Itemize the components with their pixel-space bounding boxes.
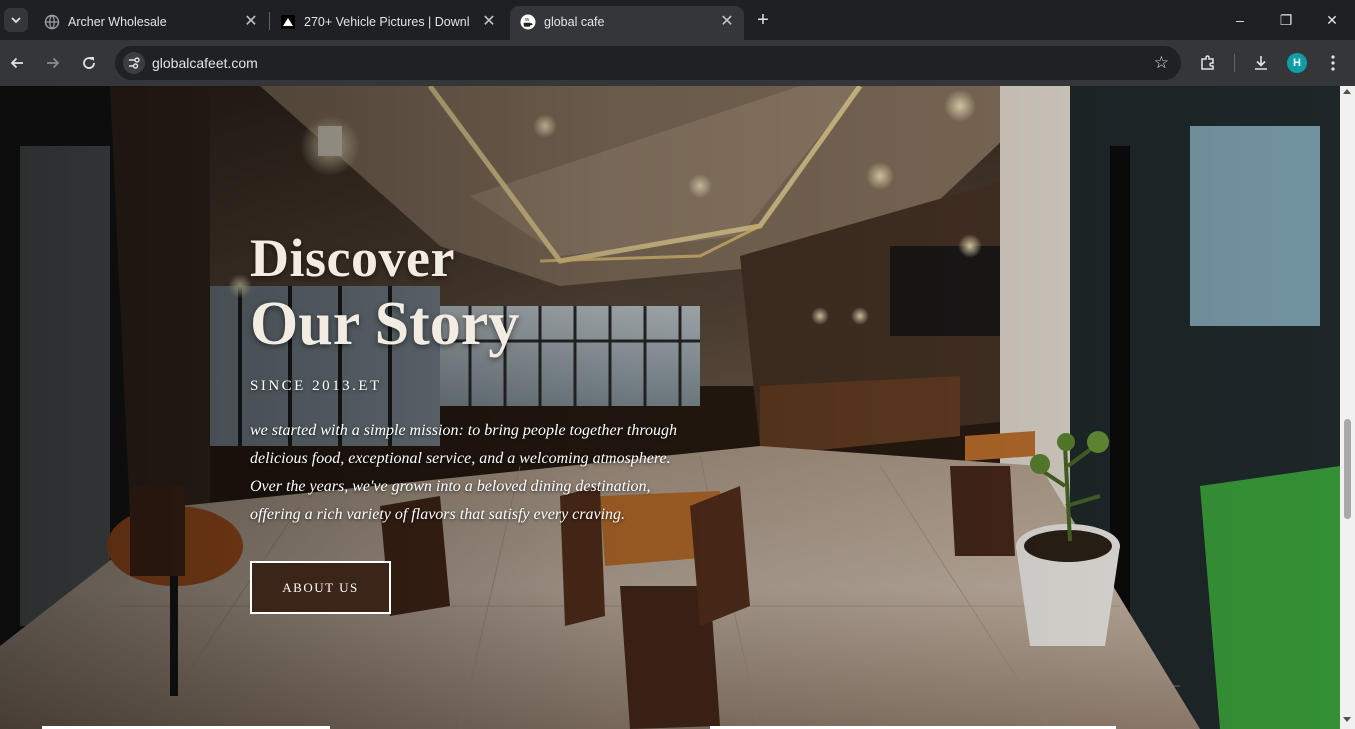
chevron-down-icon — [11, 17, 21, 24]
download-icon — [1255, 56, 1267, 70]
browser-menu-button[interactable] — [1322, 52, 1344, 74]
story-line: we started with a simple mission: to bri… — [250, 422, 677, 439]
page-scrollbar[interactable] — [1340, 86, 1355, 729]
since-subtitle: SINCE 2013.ET — [250, 378, 382, 394]
site-favicon-icon — [281, 15, 295, 29]
minimize-button[interactable]: – — [1218, 6, 1262, 34]
reload-button[interactable] — [76, 50, 102, 76]
story-line: Over the years, we've grown into a belov… — [250, 478, 651, 495]
hero-title-line-1: Discover — [250, 228, 455, 288]
arrow-right-icon — [47, 57, 60, 69]
tab-search-button[interactable] — [4, 8, 28, 32]
scrollbar-thumb[interactable] — [1344, 419, 1351, 519]
browser-toolbar: globalcafeet.com ☆ — [0, 40, 1355, 86]
globe-favicon-icon — [44, 14, 60, 30]
address-bar[interactable]: globalcafeet.com ☆ — [115, 46, 1181, 80]
tab-archer-wholesale[interactable]: Archer Wholesale ✕ — [34, 6, 266, 40]
close-window-button[interactable]: ✕ — [1310, 6, 1354, 34]
tab-strip: Archer Wholesale ✕ 270+ Vehicle Pictures… — [0, 0, 1355, 40]
back-button[interactable] — [4, 50, 30, 76]
maximize-button[interactable]: ❐ — [1264, 6, 1308, 34]
more-vertical-icon — [1331, 55, 1335, 71]
page-viewport: Discover Our Story SINCE 2013.ET we star… — [0, 86, 1340, 729]
tab-title: global cafe — [544, 15, 605, 29]
new-tab-button[interactable]: + — [752, 9, 774, 31]
forward-button[interactable] — [40, 50, 66, 76]
tab-title: Archer Wholesale — [68, 15, 167, 29]
extensions-button[interactable] — [1197, 52, 1219, 74]
story-line: delicious food, exceptional service, and… — [250, 450, 671, 467]
url-text[interactable]: globalcafeet.com — [152, 55, 258, 71]
tab-vehicle-pictures[interactable]: 270+ Vehicle Pictures | Download ✕ — [270, 6, 506, 40]
about-us-button[interactable]: ABOUT US — [250, 561, 391, 614]
story-paragraph: we started with a simple mission: to bri… — [250, 417, 750, 529]
cafe-favicon-icon — [520, 14, 536, 30]
profile-avatar[interactable]: H — [1287, 53, 1307, 73]
downloads-button[interactable] — [1250, 52, 1272, 74]
story-line: offering a rich variety of flavors that … — [250, 506, 626, 523]
site-info-icon[interactable] — [123, 52, 145, 74]
hero-title-line-2: Our Story — [250, 290, 520, 358]
arrow-left-icon — [10, 57, 23, 69]
close-icon[interactable]: ✕ — [718, 13, 736, 31]
close-icon[interactable]: ✕ — [480, 13, 498, 31]
tab-title: 270+ Vehicle Pictures | Download — [304, 15, 470, 29]
hero-section: Discover Our Story SINCE 2013.ET we star… — [0, 86, 1340, 729]
scroll-up-arrow-icon[interactable] — [1343, 89, 1351, 94]
scroll-down-arrow-icon[interactable] — [1343, 717, 1351, 722]
tab-global-cafe[interactable]: global cafe ✕ — [510, 6, 744, 40]
bookmark-star-icon[interactable]: ☆ — [1154, 53, 1169, 73]
close-icon[interactable]: ✕ — [242, 13, 260, 31]
puzzle-icon — [1201, 55, 1214, 70]
reload-icon — [83, 57, 95, 69]
toolbar-divider — [1234, 54, 1235, 72]
